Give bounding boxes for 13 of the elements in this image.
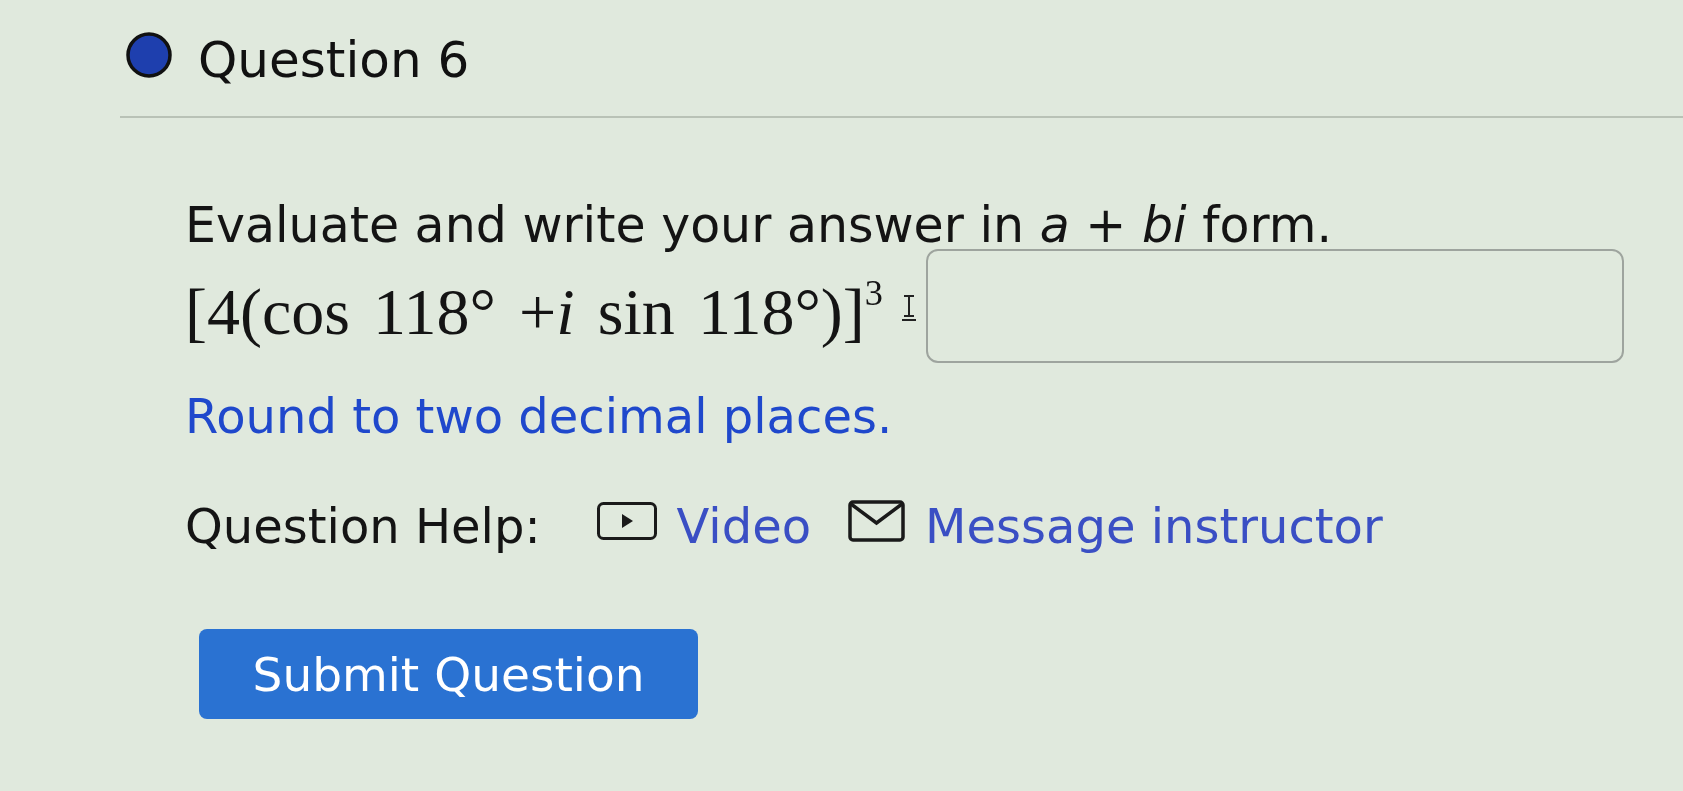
play-button-icon — [596, 502, 657, 540]
answer-field[interactable] — [926, 249, 1624, 363]
envelope-icon — [848, 500, 906, 542]
math-expression: [4(cos 118° +i sin 118°)]$^{3}$ — [185, 274, 883, 350]
question-help-label: Question Help: — [185, 498, 541, 554]
status-dot-icon — [126, 32, 172, 78]
video-link[interactable]: Video — [596, 498, 812, 554]
submit-question-button[interactable]: Submit Question — [199, 629, 698, 719]
text-cursor-icon — [900, 295, 917, 321]
rounding-hint: Round to two decimal places. — [185, 388, 893, 444]
question-title: Question 6 — [198, 30, 470, 90]
question-prompt: Evaluate and write your answer in a + bi form. — [185, 198, 1333, 254]
message-instructor-link[interactable]: Message instructor — [848, 498, 1383, 554]
